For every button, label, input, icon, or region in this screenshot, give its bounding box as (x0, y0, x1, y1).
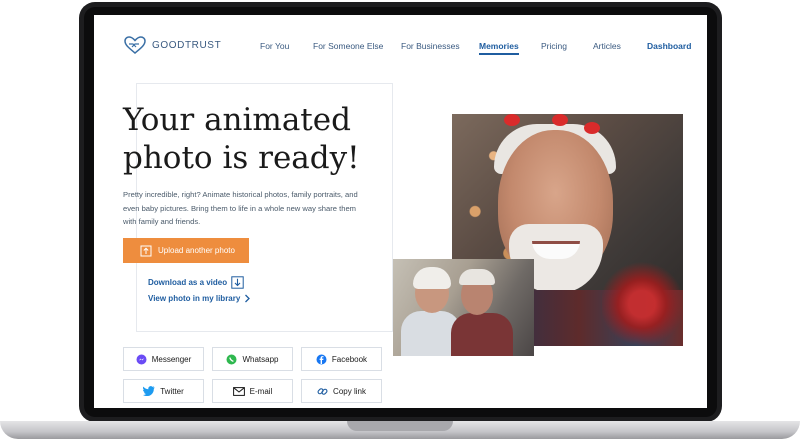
brand-logo[interactable]: GOODTRUST (124, 36, 221, 54)
brand-name: GOODTRUST (152, 39, 222, 51)
nav-item-memories[interactable]: Memories (479, 41, 519, 55)
original-photo (393, 259, 534, 356)
download-link-label: Download as a video (148, 278, 228, 287)
nav-item-pricing[interactable]: Pricing (541, 41, 567, 51)
nav-item-dashboard[interactable]: Dashboard (647, 41, 691, 51)
chevron-right-icon (245, 294, 251, 303)
photo-headband-ornament (552, 114, 568, 126)
upload-another-photo-button[interactable]: Upload another photo (123, 238, 249, 263)
share-email-button[interactable]: E-mail (212, 379, 293, 403)
share-twitter-button[interactable]: Twitter (123, 379, 204, 403)
photo-tinsel (602, 259, 682, 346)
share-facebook-label: Facebook (331, 354, 368, 364)
share-copy-link-label: Copy link (333, 386, 366, 396)
laptop-notch (347, 421, 453, 431)
twitter-icon (143, 386, 155, 396)
nav-item-for-businesses[interactable]: For Businesses (401, 41, 460, 51)
page-description: Pretty incredible, right? Animate histor… (123, 190, 358, 226)
share-messenger-label: Messenger (151, 354, 192, 364)
title-line-2: photo is ready! (123, 140, 360, 176)
share-messenger-button[interactable]: Messenger (123, 347, 204, 371)
upload-button-label: Upload another photo (158, 246, 235, 255)
photo-person-hair (459, 269, 495, 285)
share-email-label: E-mail (249, 386, 273, 396)
browser-viewport: GOODTRUST For You For Someone Else For B… (94, 15, 707, 408)
link-icon (317, 387, 328, 395)
share-twitter-label: Twitter (160, 386, 184, 396)
heart-hands-icon (124, 36, 146, 54)
view-library-link[interactable]: View photo in my library (148, 294, 251, 303)
nav-item-for-you[interactable]: For You (260, 41, 289, 51)
library-link-label: View photo in my library (148, 294, 241, 303)
share-whatsapp-button[interactable]: Whatsapp (212, 347, 293, 371)
share-whatsapp-label: Whatsapp (242, 354, 279, 364)
whatsapp-icon (226, 354, 237, 364)
facebook-icon (316, 354, 327, 364)
nav-item-articles[interactable]: Articles (593, 41, 621, 51)
photo-person-body (451, 313, 513, 356)
photo-headband-ornament (584, 122, 600, 134)
nav-item-for-someone-else[interactable]: For Someone Else (313, 41, 383, 51)
messenger-icon (136, 354, 147, 364)
page-title: Your animated photo is ready! (123, 101, 383, 177)
share-facebook-button[interactable]: Facebook (301, 347, 382, 371)
email-icon (232, 386, 245, 396)
download-video-link[interactable]: Download as a video (148, 276, 244, 289)
download-icon (231, 276, 244, 289)
photo-headband-ornament (504, 114, 520, 126)
share-copy-link-button[interactable]: Copy link (301, 379, 382, 403)
title-line-1: Your animated (123, 102, 351, 138)
upload-icon (140, 245, 152, 256)
photo-person-hair (413, 267, 451, 289)
